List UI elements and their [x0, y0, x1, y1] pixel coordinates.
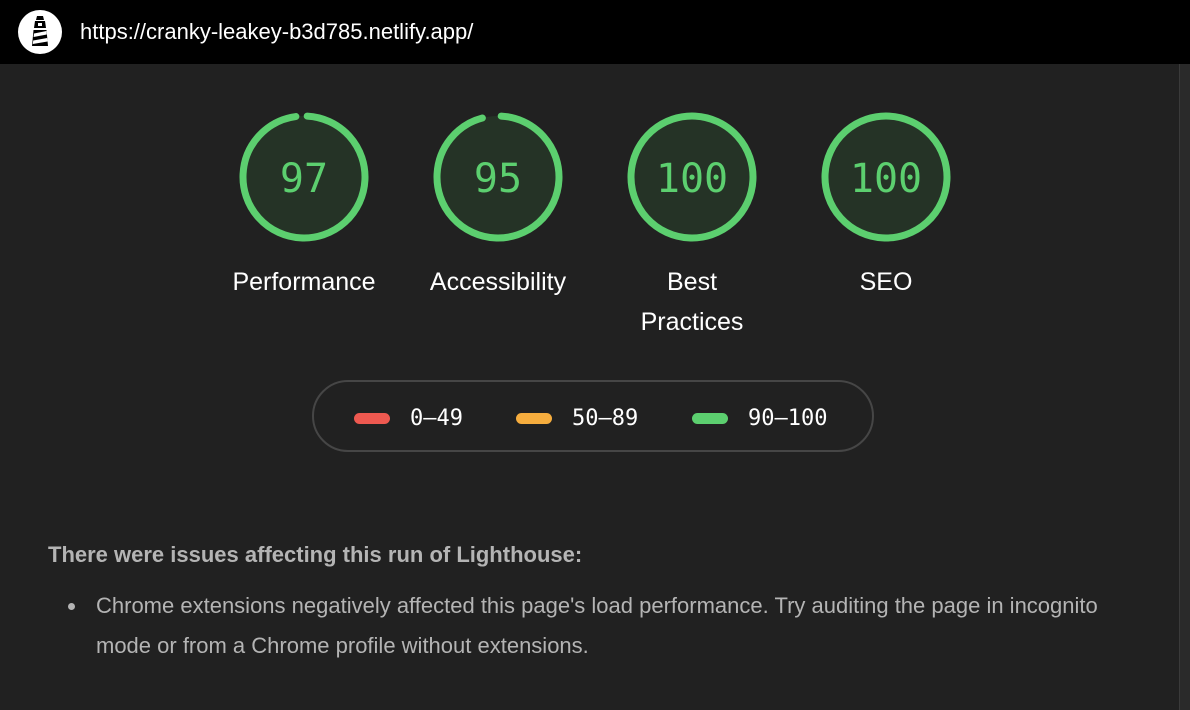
gauge-accessibility[interactable]: 95 Accessibility: [430, 112, 566, 296]
gauge-label: Accessibility: [429, 268, 567, 296]
gauge-ring: 100: [821, 112, 951, 242]
lighthouse-icon[interactable]: [18, 10, 62, 54]
report-url[interactable]: https://cranky-leakey-b3d785.netlify.app…: [80, 18, 473, 46]
gauge-ring: 100: [627, 112, 757, 242]
gauge-score: 100: [850, 156, 922, 202]
warnings-title: There were issues affecting this run of …: [48, 542, 583, 567]
warning-text: Chrome extensions negatively affected th…: [96, 593, 1098, 658]
gauge-label: Best Practices: [640, 268, 744, 336]
gauge-label: Performance: [232, 268, 376, 296]
average-swatch: [516, 412, 552, 424]
legend-range-pass: 90–100: [748, 405, 828, 431]
score-scale-legend: 0–49 50–89 90–100: [312, 380, 874, 452]
legend-item-average: 50–89: [516, 405, 639, 431]
bullet-icon: [68, 603, 75, 610]
fail-swatch: [354, 412, 390, 424]
gauge-score: 95: [474, 156, 522, 202]
gauge-score: 100: [656, 156, 728, 202]
legend-item-fail: 0–49: [354, 405, 463, 431]
gauge-label: SEO: [859, 268, 913, 296]
gauge-performance[interactable]: 97 Performance: [232, 112, 376, 296]
scrollbar[interactable]: [1179, 64, 1190, 710]
gauge-score: 97: [280, 156, 328, 202]
legend-item-pass: 90–100: [692, 405, 828, 431]
gauge-seo[interactable]: 100 SEO: [821, 112, 951, 296]
warning-item: Chrome extensions negatively affected th…: [68, 586, 1136, 666]
warnings-list: Chrome extensions negatively affected th…: [68, 586, 1136, 666]
legend-range-fail: 0–49: [410, 405, 463, 431]
legend-range-average: 50–89: [572, 405, 639, 431]
top-bar: https://cranky-leakey-b3d785.netlify.app…: [0, 0, 1190, 64]
pass-swatch: [692, 412, 728, 424]
gauge-best-practices[interactable]: 100 Best Practices: [627, 112, 757, 336]
gauge-ring: 95: [433, 112, 563, 242]
gauge-ring: 97: [239, 112, 369, 242]
